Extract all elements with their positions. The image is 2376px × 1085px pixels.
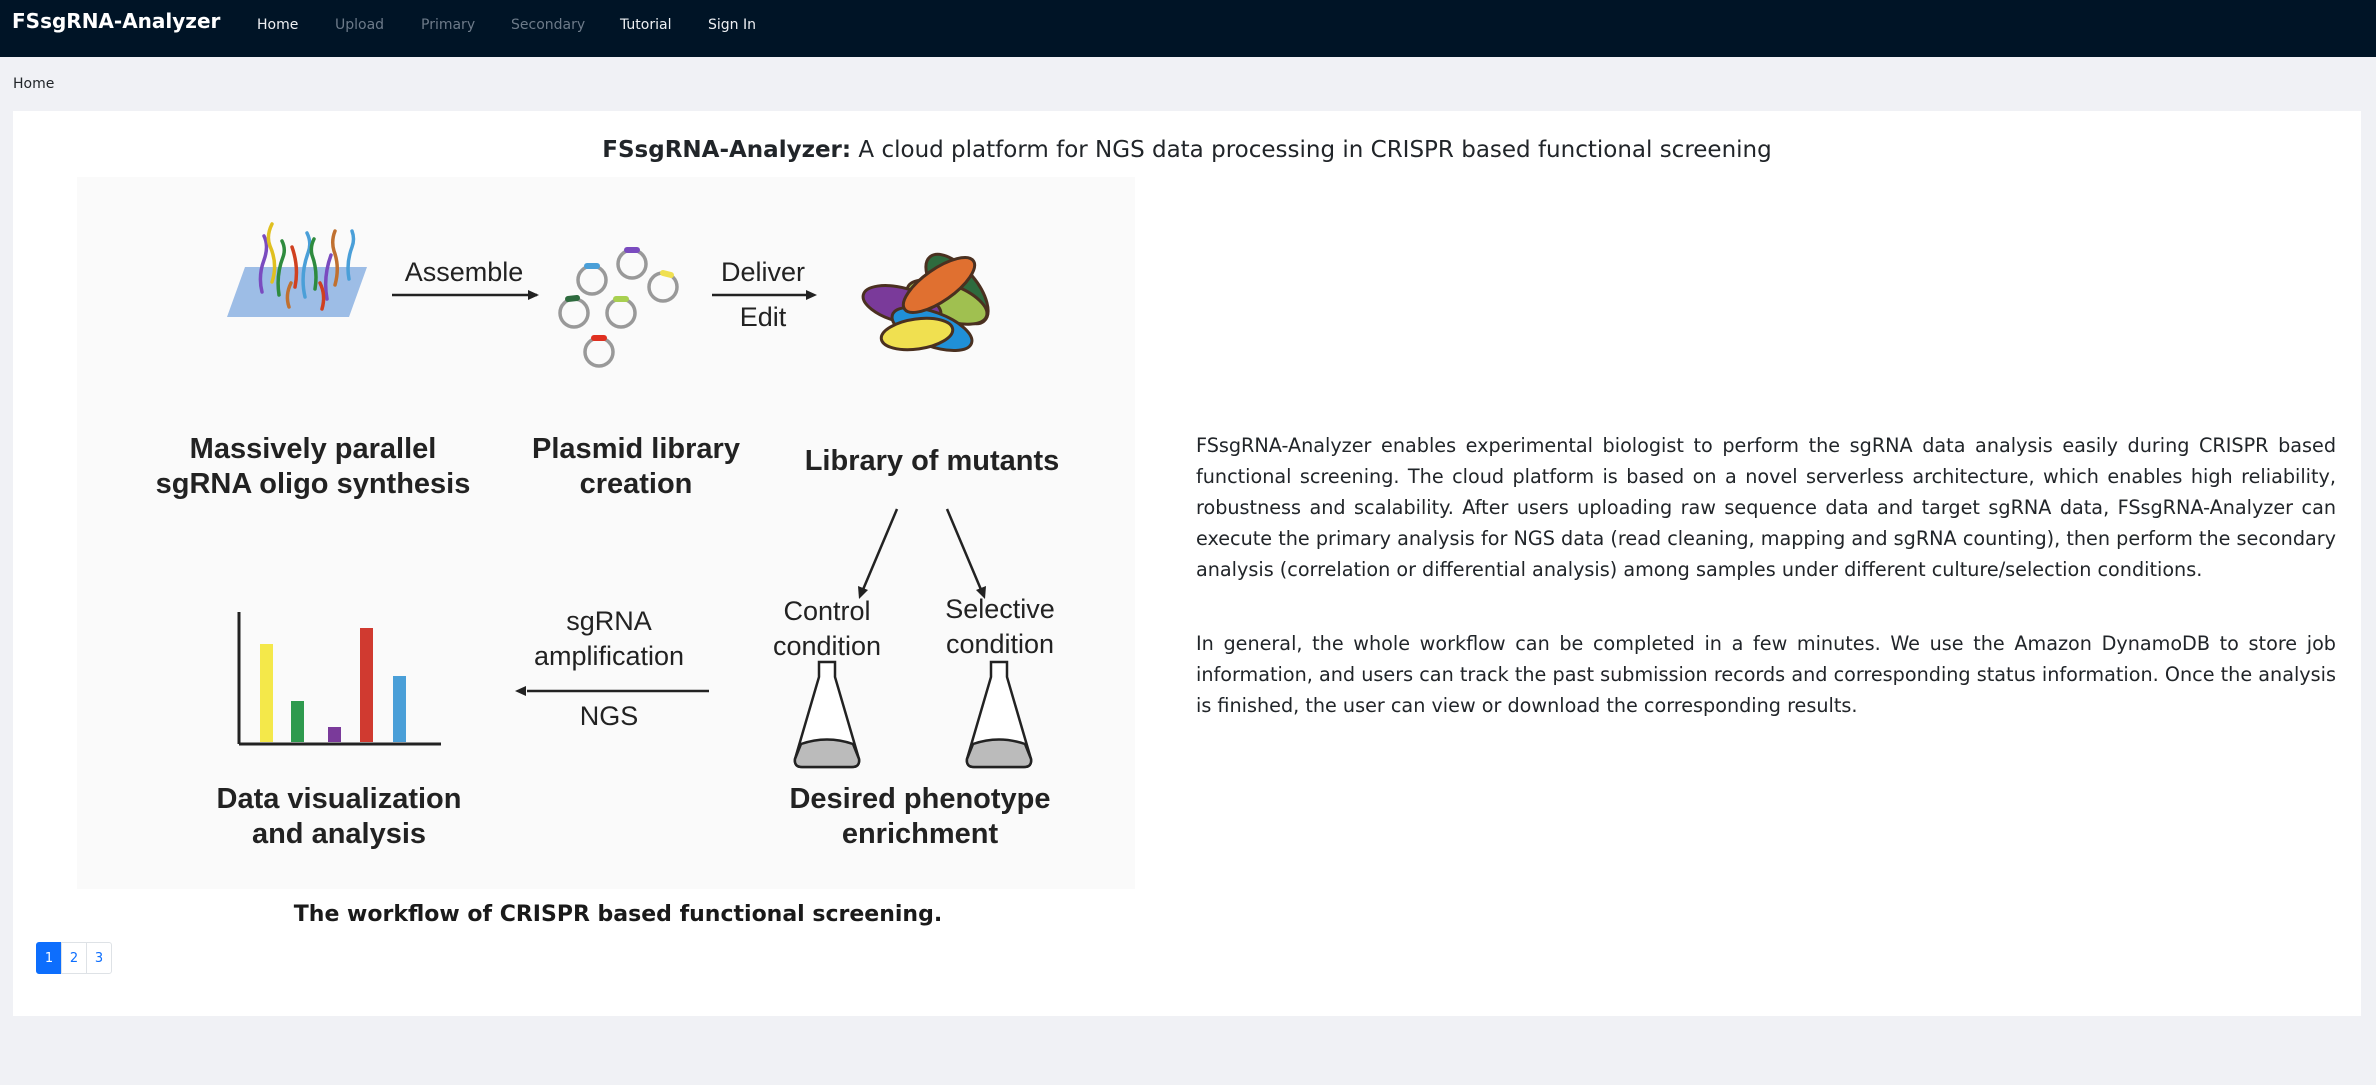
nav-home[interactable]: Home (257, 17, 298, 33)
step4-line2: and analysis (252, 818, 426, 850)
description-paragraph-1: FSsgRNA-Analyzer enables experimental bi… (1196, 434, 2336, 581)
step2-line2: creation (580, 468, 693, 500)
amp-line1: sgRNA (566, 606, 652, 636)
edit-label: Edit (740, 302, 787, 332)
page-title: FSsgRNA-Analyzer: A cloud platform for N… (13, 137, 2361, 163)
nav-tutorial[interactable]: Tutorial (620, 17, 671, 33)
step5-line1: Desired phenotype (789, 783, 1050, 815)
nav-secondary[interactable]: Secondary (511, 17, 585, 33)
flask-icon (793, 660, 1033, 769)
ngs-label: NGS (580, 701, 639, 731)
control-line2: condition (773, 631, 881, 661)
bar-chart-icon (237, 612, 441, 746)
page-title-rest: A cloud platform for NGS data processing… (851, 137, 1772, 163)
step4-line1: Data visualization (217, 783, 462, 815)
breadcrumb[interactable]: Home (13, 76, 54, 92)
nav-primary[interactable]: Primary (421, 17, 475, 33)
plasmid-icon (558, 248, 679, 368)
oligo-chip-icon (227, 222, 367, 317)
step1-line1: Massively parallel (190, 433, 437, 465)
workflow-figure: Assemble Deliver Edit Massively parallel… (77, 177, 1135, 889)
figure-caption: The workflow of CRISPR based functional … (293, 902, 943, 927)
control-line1: Control (783, 596, 870, 626)
description-paragraph-2: In general, the whole workflow can be co… (1196, 632, 2336, 717)
step5-line2: enrichment (842, 818, 999, 850)
selective-line1: Selective (945, 594, 1055, 624)
pagination: 1 2 3 (36, 942, 112, 974)
deliver-label: Deliver (721, 257, 805, 287)
step2-line1: Plasmid library (532, 433, 740, 465)
main-card: FSsgRNA-Analyzer: A cloud platform for N… (13, 111, 2361, 1016)
nav-upload[interactable]: Upload (335, 17, 384, 33)
page-title-bold: FSsgRNA-Analyzer: (602, 137, 852, 163)
bacteria-icon (861, 252, 990, 352)
assemble-label: Assemble (405, 257, 524, 287)
top-navbar: FSsgRNA-Analyzer Home Upload Primary Sec… (0, 0, 2376, 57)
page-3-button[interactable]: 3 (86, 942, 112, 974)
amp-line2: amplification (534, 641, 684, 671)
step1-line2: sgRNA oligo synthesis (156, 468, 471, 500)
step3-label: Library of mutants (805, 445, 1060, 477)
selective-line2: condition (946, 629, 1054, 659)
page-1-button[interactable]: 1 (36, 942, 62, 974)
page-2-button[interactable]: 2 (61, 942, 87, 974)
nav-sign-in[interactable]: Sign In (708, 17, 756, 33)
brand-logo[interactable]: FSsgRNA-Analyzer (12, 9, 220, 33)
